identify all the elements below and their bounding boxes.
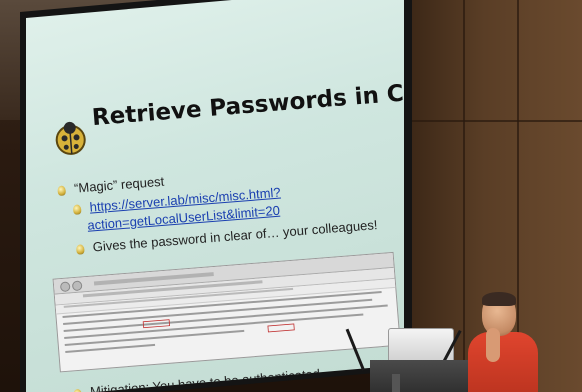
ladybug-logo-icon — [55, 121, 86, 155]
speaker-hair — [482, 292, 516, 306]
wall-panel-seam — [405, 120, 582, 122]
slide-title: Retrieve Passwords in Clear — [91, 76, 404, 132]
blurred-browser-text — [62, 272, 388, 353]
bulb-icon — [72, 203, 82, 215]
browser-screenshot — [52, 251, 401, 373]
conference-photo: Retrieve Passwords in Clear “Magic” requ… — [0, 0, 582, 392]
speaker-shirt — [468, 332, 538, 392]
wall-panel-seam — [463, 0, 465, 392]
bulb-icon — [73, 388, 83, 392]
bullet-text: “Magic” request — [73, 173, 165, 196]
speaker-arm — [486, 328, 500, 362]
bullet-magic-request: “Magic” request — [57, 174, 165, 197]
podium — [370, 360, 476, 392]
podium-stand — [392, 374, 400, 392]
bulb-icon — [75, 243, 85, 255]
speaker — [468, 290, 538, 392]
bulb-icon — [57, 184, 67, 196]
